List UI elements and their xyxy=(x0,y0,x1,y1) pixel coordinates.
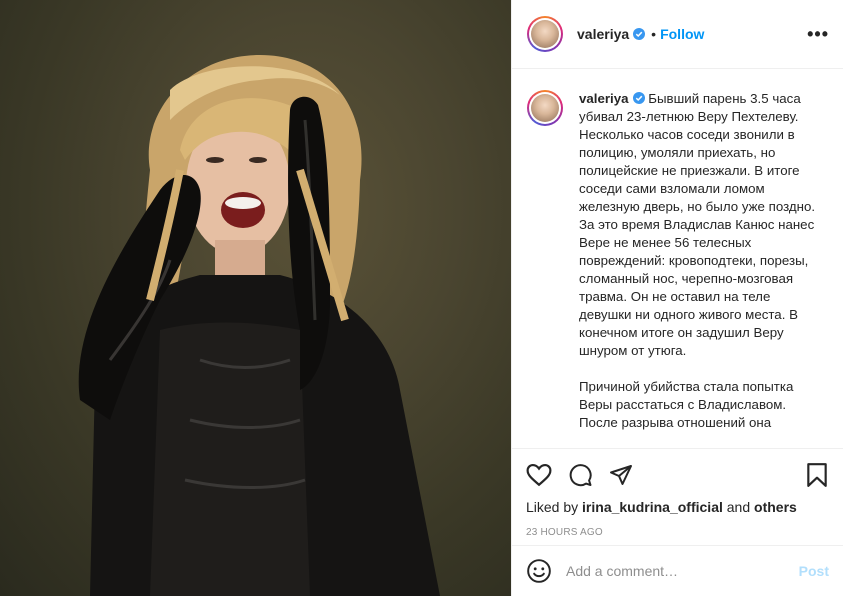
post-actions: Liked by irina_kudrina_official and othe… xyxy=(512,448,843,538)
caption-avatar[interactable] xyxy=(527,90,563,126)
verified-icon xyxy=(633,28,646,40)
post-sidebar: valeriya • Follow ••• valeriya Бывший па… xyxy=(511,0,843,596)
post-photo[interactable] xyxy=(0,0,511,596)
liked-by-user[interactable]: irina_kudrina_official xyxy=(582,499,723,515)
avatar-image xyxy=(531,94,559,122)
post-header: valeriya • Follow ••• xyxy=(512,0,843,69)
separator-dot: • xyxy=(651,26,657,42)
share-icon[interactable] xyxy=(609,463,633,487)
caption-paragraph: Причиной убийства стала попытка Веры рас… xyxy=(579,379,798,430)
comments-area[interactable]: valeriya Бывший парень 3.5 часа убивал 2… xyxy=(512,70,843,448)
header-username[interactable]: valeriya xyxy=(577,26,629,42)
add-comment-bar: Post xyxy=(512,545,843,596)
liked-others-link[interactable]: others xyxy=(754,499,797,515)
avatar[interactable] xyxy=(527,16,563,52)
comment-input[interactable] xyxy=(566,563,799,579)
caption-paragraph: Бывший парень 3.5 часа убивал 23-летнюю … xyxy=(579,91,819,358)
caption: valeriya Бывший парень 3.5 часа убивал 2… xyxy=(527,90,827,432)
action-bar xyxy=(526,459,829,491)
comment-icon[interactable] xyxy=(568,463,593,487)
more-options-icon[interactable]: ••• xyxy=(807,24,829,45)
verified-icon xyxy=(632,92,645,104)
bookmark-icon[interactable] xyxy=(805,462,829,488)
post-timestamp[interactable]: 23 HOURS AGO xyxy=(526,527,829,538)
likes-summary: Liked by irina_kudrina_official and othe… xyxy=(526,499,797,515)
avatar-image xyxy=(531,20,559,48)
post-modal: valeriya • Follow ••• valeriya Бывший па… xyxy=(0,0,843,596)
caption-username[interactable]: valeriya xyxy=(579,91,629,106)
heart-icon[interactable] xyxy=(526,463,552,487)
post-comment-button[interactable]: Post xyxy=(799,563,829,579)
photo-illustration xyxy=(78,55,440,596)
emoji-icon[interactable] xyxy=(526,558,552,584)
follow-button[interactable]: Follow xyxy=(660,26,704,42)
